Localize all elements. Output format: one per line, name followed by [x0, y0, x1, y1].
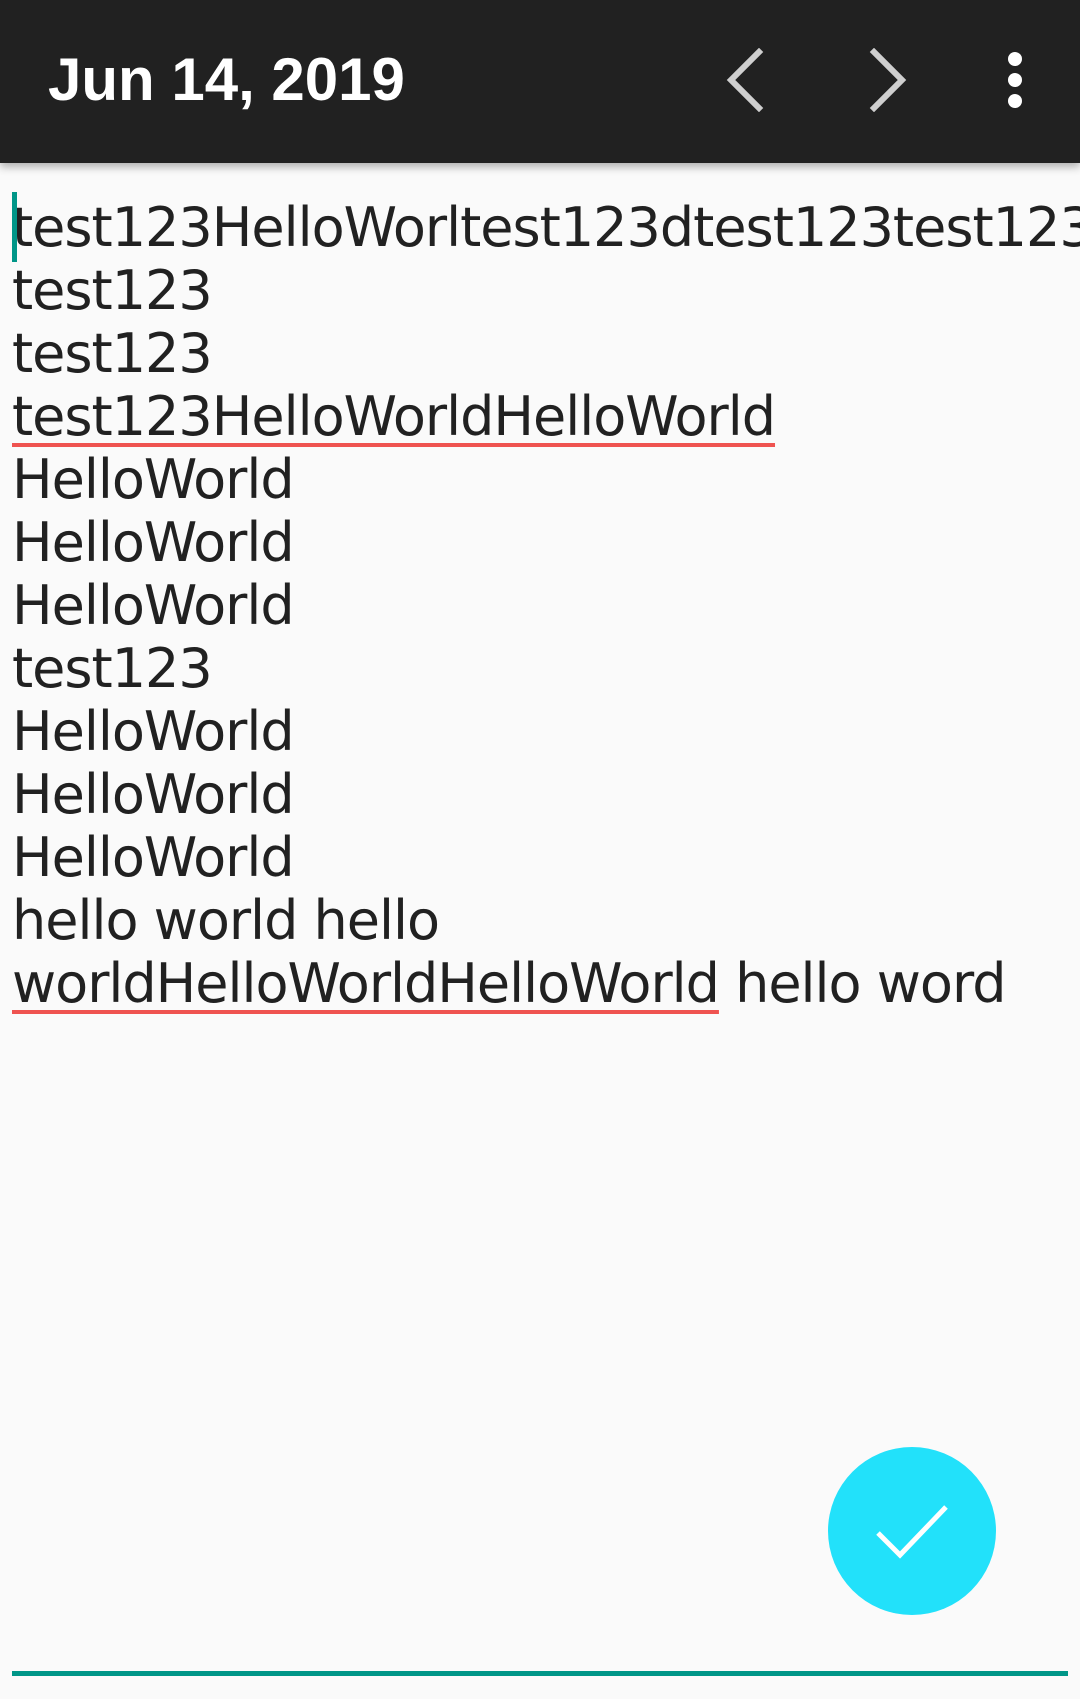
editor-line: test123 [12, 322, 213, 385]
editor-line-tail: hello word [718, 952, 1006, 1015]
editor-line: hello world hello [12, 889, 440, 952]
chevron-right-icon [869, 48, 907, 112]
note-editor[interactable]: test123HelloWorltest123dtest123test123 t… [12, 192, 1080, 1646]
text-cursor [12, 192, 17, 262]
app-bar: Jun 14, 2019 [0, 0, 1080, 163]
editor-line: HelloWorld [12, 511, 295, 574]
previous-day-button[interactable] [705, 40, 785, 120]
next-day-button[interactable] [848, 40, 928, 120]
editor-line: test123 [12, 259, 213, 322]
editor-line: HelloWorld [12, 700, 295, 763]
overflow-menu-button[interactable] [975, 40, 1055, 120]
editor-line: HelloWorld [12, 763, 295, 826]
check-icon [876, 1505, 948, 1559]
editor-line: test123 [12, 637, 213, 700]
editor-line: test123HelloWorltest123dtest123test123 [12, 196, 1080, 259]
date-title: Jun 14, 2019 [48, 46, 405, 113]
editor-line: HelloWorld [12, 826, 295, 889]
editor-line-misspelled: test123HelloWorldHelloWorld [12, 385, 1062, 448]
chevron-left-icon [726, 48, 764, 112]
editor-underline [12, 1671, 1068, 1676]
misspelled-word[interactable]: worldHelloWorldHelloWorld [12, 952, 720, 1015]
misspelled-word[interactable]: test123HelloWorldHelloWorld [12, 385, 776, 448]
editor-line-last: worldHelloWorldHelloWorld hello word [12, 952, 1062, 1015]
more-vertical-icon [1008, 52, 1022, 108]
editor-line: HelloWorld [12, 574, 295, 637]
save-button[interactable] [828, 1447, 996, 1615]
editor-line: HelloWorld [12, 448, 295, 511]
